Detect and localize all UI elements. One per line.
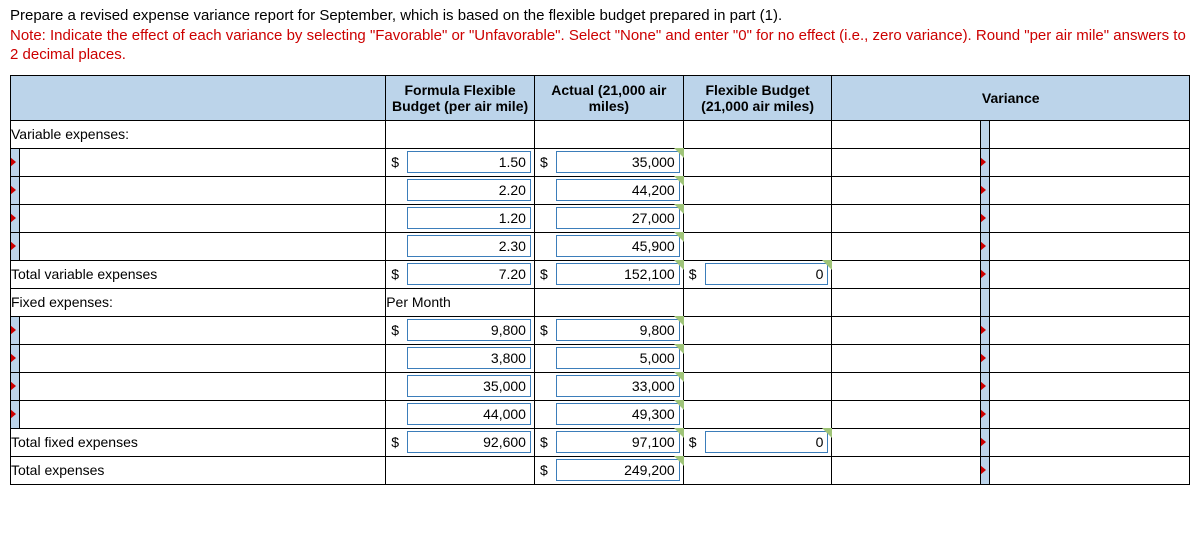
row-marker-icon: [980, 353, 986, 363]
table-row: 2.30 45,900: [11, 232, 1190, 260]
total-variable-label: Total variable expenses: [11, 260, 386, 288]
cell-flag-icon: [674, 456, 684, 466]
cell-flag-icon: [674, 176, 684, 186]
formula-input[interactable]: 44,000: [407, 403, 531, 425]
flex-input[interactable]: 0: [705, 431, 829, 453]
cell-flag-icon: [674, 372, 684, 382]
header-actual: Actual (21,000 air miles): [534, 75, 683, 120]
cell-flag-icon: [674, 232, 684, 242]
row-marker-icon: [980, 213, 986, 223]
cell-flag-icon: [674, 400, 684, 410]
actual-input[interactable]: 27,000: [556, 207, 680, 229]
currency-symbol: $: [538, 154, 556, 170]
formula-input[interactable]: 35,000: [407, 375, 531, 397]
formula-input[interactable]: 92,600: [407, 431, 531, 453]
header-variance: Variance: [832, 75, 1190, 120]
cell-flag-icon: [674, 204, 684, 214]
row-marker-icon: [10, 157, 16, 167]
table-row: 44,000 49,300: [11, 400, 1190, 428]
total-variable-row: Total variable expenses $7.20 $152,100 $…: [11, 260, 1190, 288]
table-row: $1.50 $35,000: [11, 148, 1190, 176]
row-marker-icon: [980, 185, 986, 195]
row-marker-icon: [10, 409, 16, 419]
cell-flag-icon: [674, 260, 684, 270]
header-label: [11, 75, 386, 120]
row-marker-icon: [10, 381, 16, 391]
actual-input[interactable]: 249,200: [556, 459, 680, 481]
formula-input[interactable]: 1.50: [407, 151, 531, 173]
row-marker-icon: [980, 241, 986, 251]
currency-symbol: $: [389, 322, 407, 338]
section-variable-label: Variable expenses:: [11, 120, 386, 148]
variance-table: Formula Flexible Budget (per air mile) A…: [10, 75, 1190, 485]
currency-symbol: $: [389, 154, 407, 170]
formula-input[interactable]: 2.20: [407, 179, 531, 201]
row-marker-icon: [10, 241, 16, 251]
currency-symbol: $: [687, 434, 705, 450]
currency-symbol: $: [538, 434, 556, 450]
section-variable-row: Variable expenses:: [11, 120, 1190, 148]
cell-flag-icon: [674, 344, 684, 354]
row-marker-icon: [980, 157, 986, 167]
cell-flag-icon: [822, 260, 832, 270]
currency-symbol: $: [389, 266, 407, 282]
currency-symbol: $: [687, 266, 705, 282]
currency-symbol: $: [389, 434, 407, 450]
actual-input[interactable]: 35,000: [556, 151, 680, 173]
table-row: $9,800 $9,800: [11, 316, 1190, 344]
actual-input[interactable]: 97,100: [556, 431, 680, 453]
table-row: 3,800 5,000: [11, 344, 1190, 372]
instructions-note: Note: Indicate the effect of each varian…: [10, 27, 1186, 64]
row-marker-icon: [10, 353, 16, 363]
section-fixed-label: Fixed expenses:: [11, 288, 386, 316]
per-month-label: Per Month: [386, 288, 535, 316]
row-marker-icon: [980, 437, 986, 447]
actual-input[interactable]: 45,900: [556, 235, 680, 257]
table-row: 35,000 33,000: [11, 372, 1190, 400]
currency-symbol: $: [538, 462, 556, 478]
formula-input[interactable]: 1.20: [407, 207, 531, 229]
formula-input[interactable]: 3,800: [407, 347, 531, 369]
table-row: 2.20 44,200: [11, 176, 1190, 204]
formula-input[interactable]: 9,800: [407, 319, 531, 341]
header-flex: Flexible Budget (21,000 air miles): [683, 75, 832, 120]
instructions-line1: Prepare a revised expense variance repor…: [10, 7, 782, 24]
row-marker-icon: [980, 465, 986, 475]
instructions: Prepare a revised expense variance repor…: [10, 6, 1190, 65]
row-marker-icon: [10, 185, 16, 195]
cell-flag-icon: [674, 428, 684, 438]
actual-input[interactable]: 152,100: [556, 263, 680, 285]
total-fixed-label: Total fixed expenses: [11, 428, 386, 456]
actual-input[interactable]: 44,200: [556, 179, 680, 201]
total-expenses-label: Total expenses: [11, 456, 386, 484]
actual-input[interactable]: 49,300: [556, 403, 680, 425]
total-fixed-row: Total fixed expenses $92,600 $97,100 $0: [11, 428, 1190, 456]
actual-input[interactable]: 5,000: [556, 347, 680, 369]
row-marker-icon: [10, 213, 16, 223]
header-formula: Formula Flexible Budget (per air mile): [386, 75, 535, 120]
formula-input[interactable]: 2.30: [407, 235, 531, 257]
actual-input[interactable]: 9,800: [556, 319, 680, 341]
currency-symbol: $: [538, 266, 556, 282]
table-row: 1.20 27,000: [11, 204, 1190, 232]
actual-input[interactable]: 33,000: [556, 375, 680, 397]
flex-input[interactable]: 0: [705, 263, 829, 285]
row-marker-icon: [980, 381, 986, 391]
cell-flag-icon: [822, 428, 832, 438]
row-marker-icon: [980, 325, 986, 335]
section-fixed-row: Fixed expenses: Per Month: [11, 288, 1190, 316]
total-expenses-row: Total expenses $249,200: [11, 456, 1190, 484]
row-marker-icon: [980, 409, 986, 419]
cell-flag-icon: [674, 316, 684, 326]
row-marker-icon: [10, 325, 16, 335]
currency-symbol: $: [538, 322, 556, 338]
row-marker-icon: [980, 269, 986, 279]
formula-input[interactable]: 7.20: [407, 263, 531, 285]
cell-flag-icon: [674, 148, 684, 158]
